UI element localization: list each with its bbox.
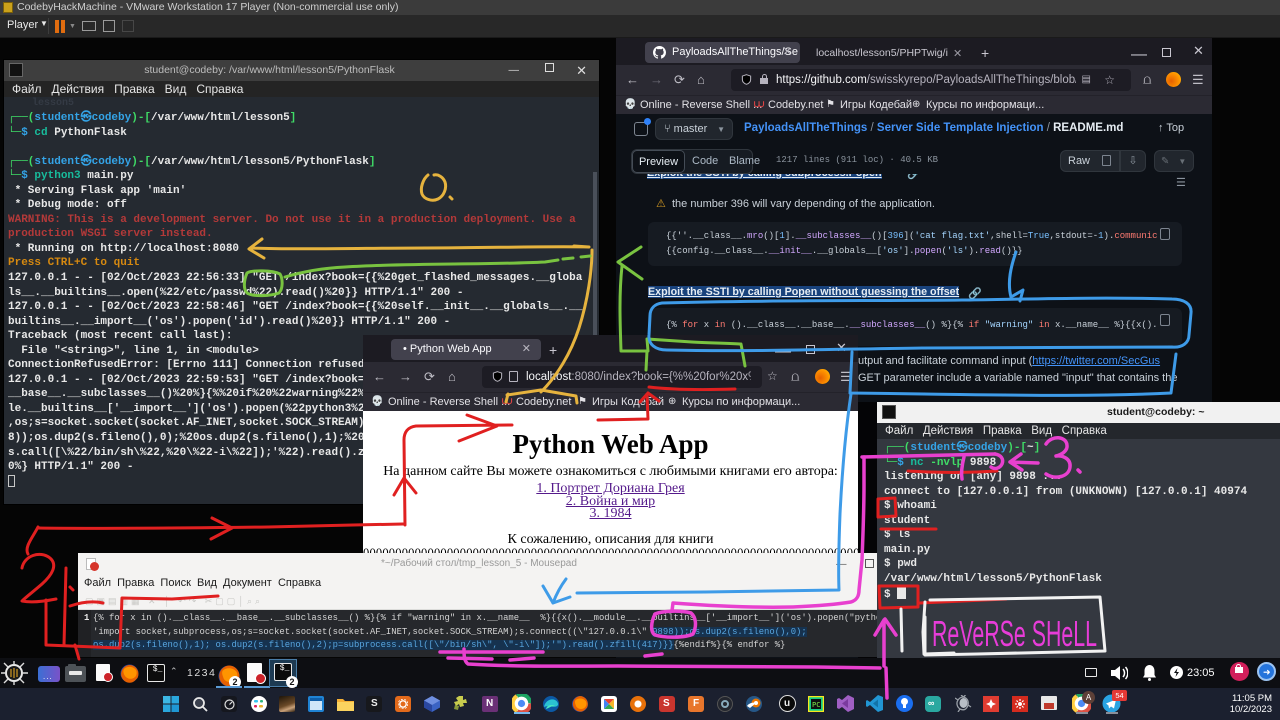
svg-text:ReVeRSe SHeLL: ReVeRSe SHeLL [932,613,1097,654]
